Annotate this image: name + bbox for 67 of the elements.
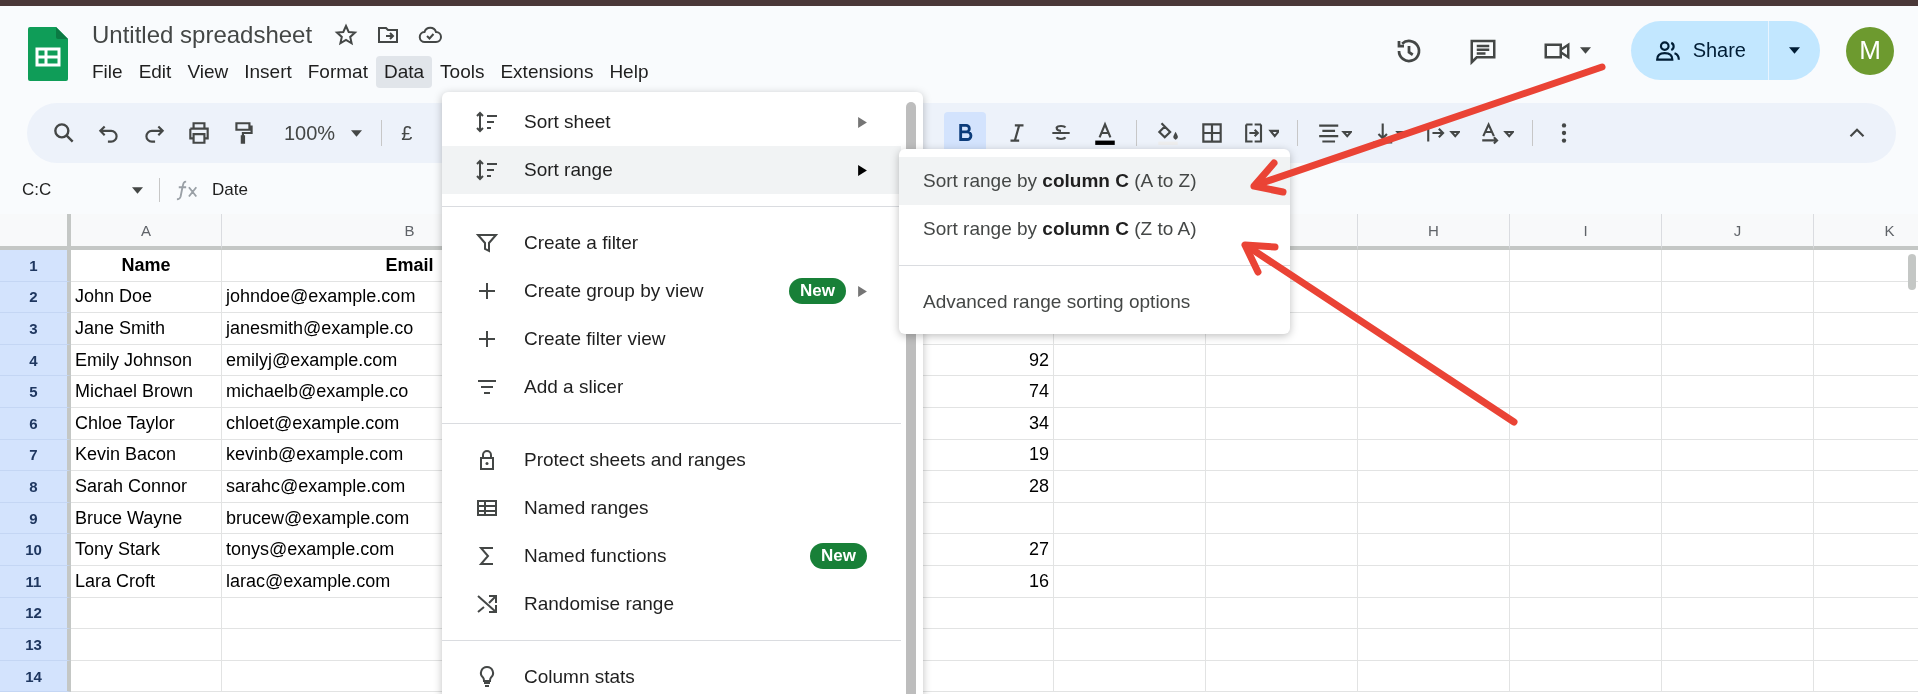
spreadsheet-logo[interactable] <box>28 27 68 81</box>
funnel-icon <box>475 231 499 255</box>
row-header[interactable]: 12 <box>0 597 71 630</box>
document-title[interactable]: Untitled spreadsheet <box>92 21 313 49</box>
table-cell: Chloe Taylor <box>71 407 222 440</box>
table-cell: Lara Croft <box>71 565 222 598</box>
row-header[interactable]: 14 <box>0 660 71 693</box>
table-cell: Emily Johnson <box>71 344 222 377</box>
menu-option[interactable]: Sort range by column C (Z to A) <box>899 205 1290 253</box>
caret-icon <box>351 129 363 137</box>
zoom-dropdown[interactable]: 100% <box>284 121 363 145</box>
menu-item[interactable]: Insert <box>236 56 300 88</box>
table-cell: Name <box>71 250 222 282</box>
row-header[interactable]: 4 <box>0 344 71 377</box>
menu-option[interactable]: Sort sheet <box>442 98 901 146</box>
caret-icon <box>1789 47 1800 54</box>
sort-icon <box>475 158 499 182</box>
print-icon[interactable] <box>186 120 212 146</box>
column-header[interactable]: A <box>71 214 222 250</box>
row-header[interactable]: 7 <box>0 439 71 472</box>
column-header[interactable]: K <box>1814 214 1918 250</box>
table-cell: Kevin Bacon <box>71 439 222 472</box>
menu-item[interactable]: File <box>84 56 131 88</box>
sort-icon <box>475 110 499 134</box>
table-cell: Bruce Wayne <box>71 502 222 535</box>
star-icon[interactable] <box>334 23 359 47</box>
row-header[interactable]: 6 <box>0 407 71 440</box>
row-header[interactable]: 1 <box>0 250 71 282</box>
menu-option[interactable]: Column stats <box>442 653 901 694</box>
column-header[interactable]: J <box>1662 214 1814 250</box>
row-header[interactable]: 9 <box>0 502 71 535</box>
row-header[interactable]: 8 <box>0 471 71 503</box>
shuffle-icon <box>475 592 499 616</box>
column-header[interactable]: I <box>1510 214 1662 250</box>
menu-item[interactable]: Help <box>601 56 657 88</box>
menu-item[interactable]: Format <box>299 56 376 88</box>
menu-option[interactable]: Advanced range sorting options <box>899 278 1290 326</box>
table-cell: Sarah Connor <box>71 471 222 503</box>
new-badge: New <box>789 278 846 304</box>
currency-format-button[interactable]: £ <box>401 121 413 145</box>
row-header[interactable]: 13 <box>0 629 71 661</box>
menu-option[interactable]: Sort range <box>442 146 901 194</box>
new-badge: New <box>810 543 867 569</box>
row-header[interactable]: 3 <box>0 313 71 345</box>
row-header[interactable]: 2 <box>0 281 71 314</box>
caret-icon[interactable] <box>132 186 143 194</box>
menu-option[interactable]: Sort range by column C (A to Z) <box>899 157 1290 205</box>
name-box[interactable]: C:C <box>22 180 122 200</box>
column-header[interactable]: H <box>1358 214 1510 250</box>
menu-item[interactable]: Extensions <box>492 56 602 88</box>
table-cell: John Doe <box>71 281 222 314</box>
menu-item[interactable]: View <box>179 56 237 88</box>
table-cell: Jane Smith <box>71 313 222 345</box>
row-header[interactable]: 10 <box>0 534 71 566</box>
merge-cells-icon[interactable] <box>1243 120 1280 146</box>
formula-input[interactable]: Date <box>212 180 248 200</box>
menu-item[interactable]: Data <box>375 56 433 88</box>
caret-icon[interactable] <box>1579 47 1591 54</box>
menu-item[interactable]: Edit <box>130 56 180 88</box>
row-header[interactable]: 5 <box>0 376 71 408</box>
menu-item[interactable]: Tools <box>432 56 493 88</box>
table-cell: Tony Stark <box>71 534 222 566</box>
table-cell: Michael Brown <box>71 376 222 408</box>
share-button[interactable]: Share <box>1630 21 1768 80</box>
function-icon <box>176 179 200 201</box>
scrollbar-thumb[interactable] <box>1908 254 1916 290</box>
row-header[interactable]: 11 <box>0 565 71 598</box>
